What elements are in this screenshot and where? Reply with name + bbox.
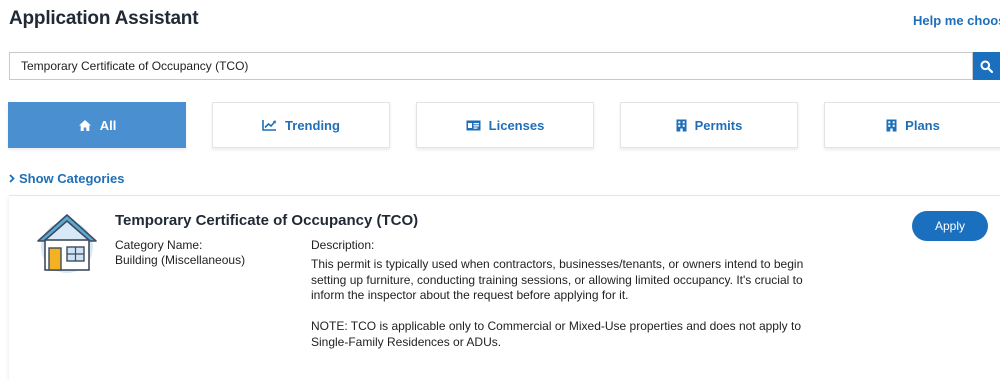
show-categories-label: Show Categories <box>19 171 125 186</box>
tab-label: Plans <box>905 117 940 133</box>
description-text: This permit is typically used when contr… <box>311 257 831 366</box>
chevron-right-icon <box>9 174 15 183</box>
search-button[interactable] <box>973 52 1000 80</box>
tab-all[interactable]: All <box>8 102 186 148</box>
result-title[interactable]: Temporary Certificate of Occupancy (TCO) <box>115 212 418 229</box>
house-icon <box>37 214 97 273</box>
tab-plans[interactable]: Plans <box>824 102 1000 148</box>
description-note: NOTE: TCO is applicable only to Commerci… <box>311 319 801 349</box>
search-input[interactable] <box>10 53 972 79</box>
search-icon <box>980 60 993 73</box>
tab-licenses[interactable]: Licenses <box>416 102 594 148</box>
category-value: Building (Miscellaneous) <box>115 253 246 267</box>
tab-trending[interactable]: Trending <box>212 102 390 148</box>
building-icon <box>886 119 897 131</box>
tab-label: Licenses <box>488 117 545 133</box>
apply-button[interactable]: Apply <box>912 211 988 241</box>
result-card: Temporary Certificate of Occupancy (TCO)… <box>9 195 1000 380</box>
description-label: Description: <box>311 238 375 252</box>
tab-label: Trending <box>285 117 340 133</box>
description-paragraph: This permit is typically used when contr… <box>311 257 804 303</box>
page-title: Application Assistant <box>9 8 199 29</box>
show-categories-toggle[interactable]: Show Categories <box>9 171 124 186</box>
tab-label: All <box>99 117 117 133</box>
home-icon <box>78 119 91 131</box>
search-box <box>9 52 973 80</box>
id-card-icon <box>466 120 481 130</box>
building-icon <box>676 119 687 131</box>
tab-label: Permits <box>694 117 743 133</box>
help-me-choose-link[interactable]: Help me choose <box>913 13 1000 28</box>
trending-chart-icon <box>262 120 277 131</box>
category-label: Category Name: <box>115 238 203 252</box>
tab-permits[interactable]: Permits <box>620 102 798 148</box>
